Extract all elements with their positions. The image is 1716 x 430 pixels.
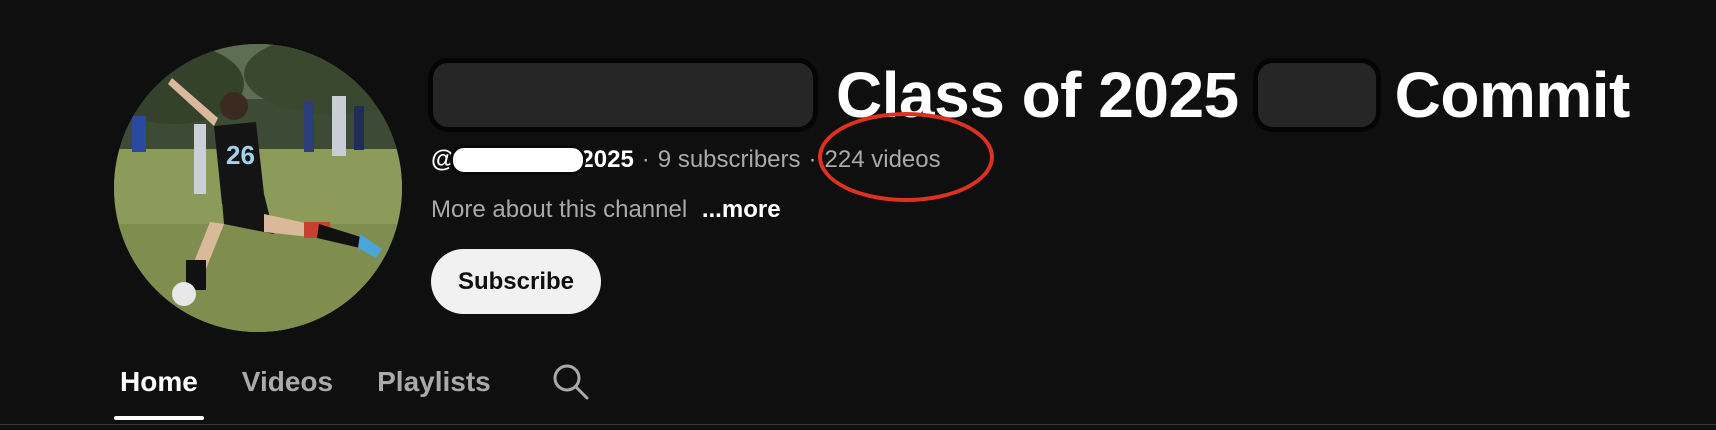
redacted-block [450,145,587,175]
channel-title: Class of 2025 Commit [428,58,1630,132]
title-part-class: Class of 2025 [836,59,1239,131]
tab-home[interactable]: Home [114,356,204,420]
search-icon[interactable] [549,360,593,404]
video-count: 224 videos [824,146,941,173]
meta-separator: · [808,146,817,173]
channel-description[interactable]: More about this channel ...more [431,196,781,224]
description-text: More about this channel [431,196,688,223]
redacted-block [428,58,818,132]
meta-separator: · [641,146,650,173]
tab-playlists[interactable]: Playlists [371,356,497,414]
svg-text:26: 26 [226,140,255,170]
channel-handle: @ 2025 [431,145,634,175]
subscribe-button[interactable]: Subscribe [431,249,601,314]
avatar-photo: 26 [114,44,402,332]
more-link[interactable]: ...more [702,196,781,223]
subscriber-count: 9 subscribers [657,146,801,173]
redacted-block [1252,58,1381,132]
tab-videos[interactable]: Videos [236,356,339,414]
channel-tabs: Home Videos Playlists [114,356,593,424]
handle-suffix: 2025 [580,146,634,173]
title-part-commit: Commit [1394,59,1631,131]
channel-header-page: 26 Class of 2025 Commit @ 2025 · 9 subsc… [0,0,1716,430]
tabs-divider [0,424,1716,425]
channel-meta: @ 2025 · 9 subscribers · 224 videos [431,142,941,178]
channel-avatar[interactable]: 26 [114,44,402,332]
